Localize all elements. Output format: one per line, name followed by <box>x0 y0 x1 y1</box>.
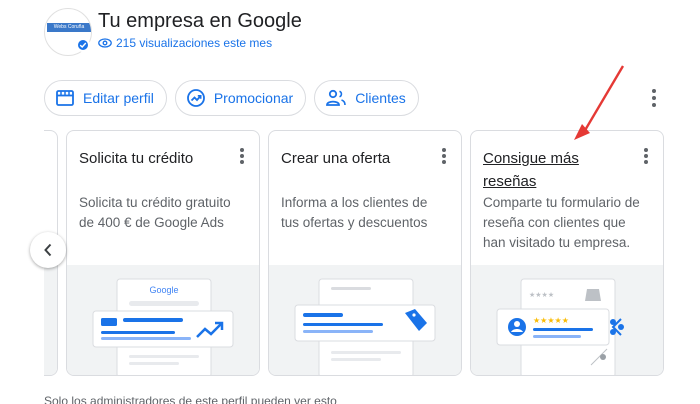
card-desc-line: Informa a los clientes de <box>281 195 428 210</box>
card-description: Informa a los clientes de tus ofertas y … <box>281 193 427 233</box>
svg-text:★★★★: ★★★★ <box>529 291 554 299</box>
more-options-icon[interactable] <box>646 86 662 110</box>
card-description: Comparte tu formulario de reseña con cli… <box>483 193 640 253</box>
card-title: Solicita tu crédito <box>79 150 194 167</box>
eye-icon <box>98 38 112 48</box>
storefront-icon <box>56 90 74 106</box>
card-desc-line: de 400 € de Google Ads <box>79 215 224 230</box>
google-wordmark: Google <box>149 285 178 295</box>
chevron-left-icon <box>44 243 52 257</box>
card-desc-line: Comparte tu formulario de <box>483 195 640 210</box>
card-desc-line: tus ofertas y descuentos <box>281 215 428 230</box>
card-title: Crear una oferta <box>281 150 391 167</box>
views-text: 215 visualizaciones este mes <box>116 36 273 50</box>
card-title-line: reseñas <box>483 173 537 190</box>
card-title-line: Consigue más <box>483 150 579 167</box>
annotation-arrow-icon <box>574 65 625 140</box>
trending-up-icon <box>186 89 205 107</box>
card-menu-icon[interactable] <box>441 147 447 165</box>
customers-label: Clientes <box>355 90 406 106</box>
action-chips: Editar perfil Promocionar Clientes <box>44 80 419 116</box>
card-menu-icon[interactable] <box>643 147 649 165</box>
verified-badge-icon <box>76 38 90 52</box>
edit-profile-button[interactable]: Editar perfil <box>44 80 167 116</box>
card-illustration-bg <box>44 265 57 375</box>
admin-only-note: Solo los administradores de este perfil … <box>44 394 337 404</box>
customers-button[interactable]: Clientes <box>314 80 419 116</box>
offer-tag-illustration <box>269 265 461 375</box>
promote-label: Promocionar <box>213 90 294 106</box>
edit-profile-label: Editar perfil <box>83 90 154 106</box>
page-title: Tu empresa en Google <box>98 10 302 32</box>
card-description: Solicita tu crédito gratuito de 400 € de… <box>79 193 231 233</box>
google-ads-illustration: Google <box>67 265 259 375</box>
svg-text:★★★★★: ★★★★★ <box>533 316 569 325</box>
card-desc-line: Solicita tu crédito gratuito <box>79 195 231 210</box>
business-logo: Webs Coruña <box>47 23 91 32</box>
card-menu-icon[interactable] <box>239 147 245 165</box>
card-title-link[interactable]: Consigue más reseñas <box>483 147 579 193</box>
card-get-reviews[interactable]: Consigue más reseñas Comparte tu formula… <box>470 130 664 376</box>
card-desc-line: han visitado tu empresa. <box>483 235 631 250</box>
promote-button[interactable]: Promocionar <box>174 80 307 116</box>
carousel-previous-button[interactable] <box>30 232 66 268</box>
people-icon <box>326 89 346 106</box>
card-ads-credit[interactable]: Solicita tu crédito Solicita tu crédito … <box>66 130 260 376</box>
card-create-offer[interactable]: Crear una oferta Informa a los clientes … <box>268 130 462 376</box>
card-desc-line: reseña con clientes que <box>483 215 626 230</box>
views-count[interactable]: 215 visualizaciones este mes <box>98 36 272 50</box>
reviews-illustration: ★★★★ ★★★★★ <box>471 265 663 375</box>
